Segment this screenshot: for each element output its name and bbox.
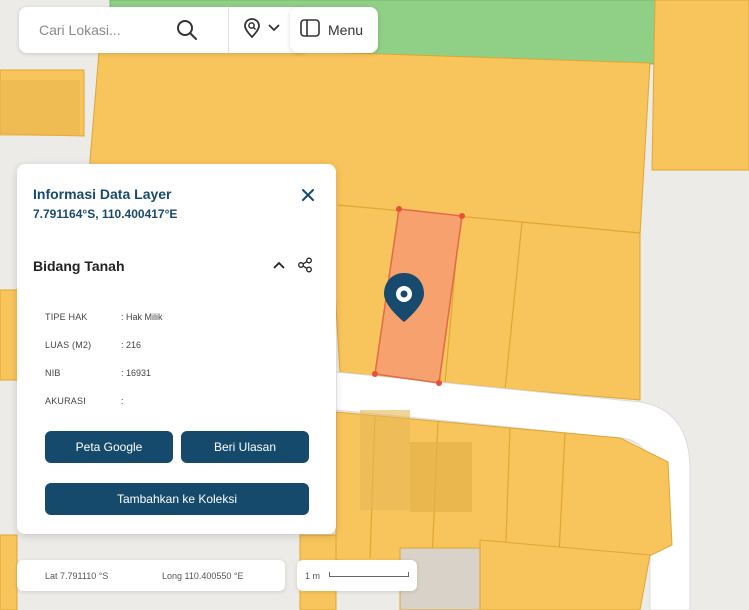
attribute-row-tipe-hak: TIPE HAK : Hak Milik (45, 312, 163, 322)
add-to-collection-button[interactable]: Tambahkan ke Koleksi (45, 483, 309, 515)
land-parcel[interactable] (651, 0, 749, 171)
cursor-longitude: Long 110.400550 °E (162, 571, 244, 581)
land-parcel[interactable] (0, 534, 18, 610)
sidebar-icon (300, 18, 320, 42)
attribute-row-luas: LUAS (M2) : 216 (45, 340, 141, 350)
location-mode-dropdown[interactable] (241, 17, 291, 44)
location-search-icon (241, 17, 263, 44)
scale-label: 1 m (305, 571, 321, 581)
attribute-key: AKURASI (45, 396, 86, 406)
menu-label: Menu (328, 22, 364, 38)
panel-title: Informasi Data Layer (33, 186, 172, 202)
map-scale: 1 m (297, 560, 417, 591)
menu-button[interactable]: Menu (290, 7, 378, 53)
search-divider (228, 7, 229, 53)
attribute-key: NIB (45, 368, 61, 378)
attribute-row-nib: NIB : 16931 (45, 368, 151, 378)
panel-coordinates: 7.791164°S, 110.400417°E (33, 207, 178, 221)
close-icon[interactable] (299, 186, 317, 204)
section-title: Bidang Tanah (33, 258, 125, 274)
search-input[interactable] (39, 15, 179, 45)
attribute-key: TIPE HAK (45, 312, 88, 322)
coordinate-bar: Lat 7.791110 °S Long 110.400550 °E (17, 560, 285, 591)
search-icon[interactable] (175, 18, 199, 42)
attribute-row-akurasi: AKURASI : (45, 396, 124, 406)
google-maps-button[interactable]: Peta Google (45, 431, 173, 463)
search-bar (19, 7, 308, 53)
attribute-value: : 16931 (121, 368, 152, 378)
attribute-value: : Hak Milik (121, 312, 163, 322)
cursor-latitude: Lat 7.791110 °S (45, 571, 109, 581)
attribute-key: LUAS (M2) (45, 340, 92, 350)
review-button[interactable]: Beri Ulasan (181, 431, 309, 463)
chevron-down-icon (267, 21, 281, 40)
attribute-value: : 216 (121, 340, 142, 350)
attribute-value: : (121, 396, 124, 406)
share-icon[interactable] (297, 257, 313, 273)
chevron-up-icon[interactable] (271, 257, 287, 273)
info-panel: Informasi Data Layer 7.791164°S, 110.400… (17, 164, 336, 534)
scale-bar (329, 572, 409, 577)
